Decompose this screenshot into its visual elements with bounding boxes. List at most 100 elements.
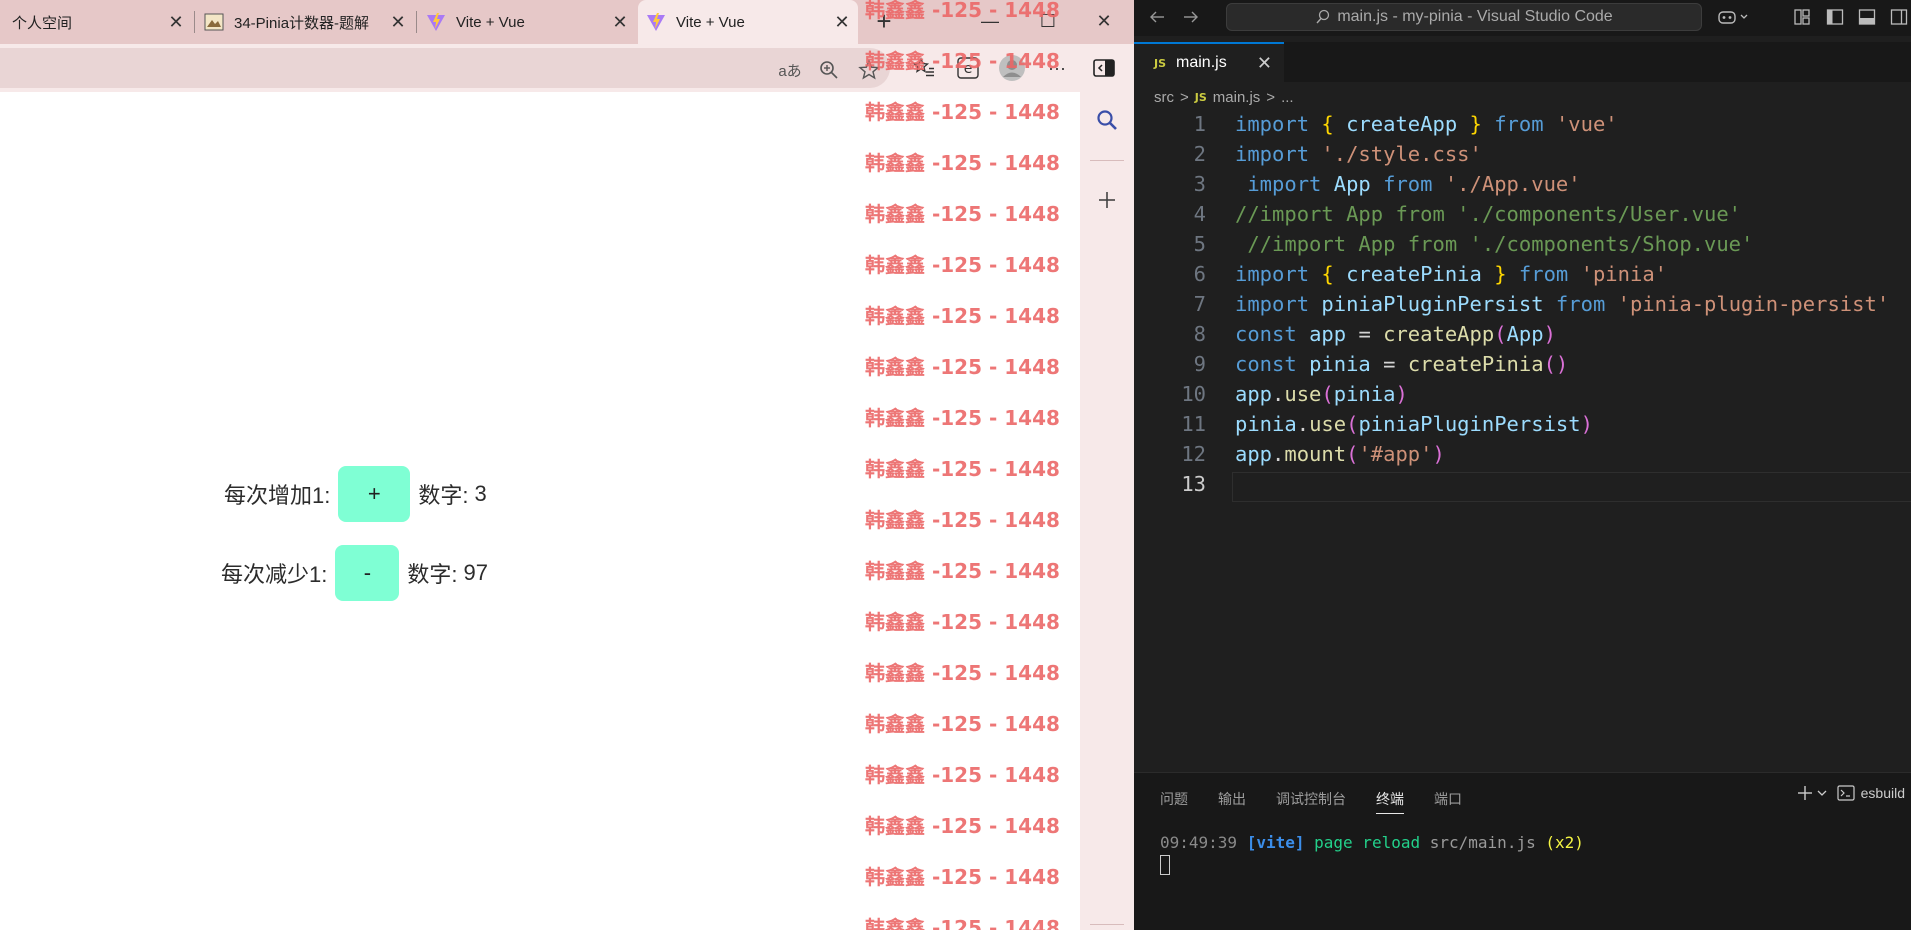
editor-tab-label: main.js bbox=[1176, 54, 1227, 71]
code-line[interactable]: 8 const app = createApp(App) bbox=[1134, 322, 1911, 352]
address-bar[interactable]: aあ bbox=[0, 48, 890, 88]
breadcrumb-file[interactable]: main.js bbox=[1213, 89, 1261, 106]
code-line[interactable]: 11 pinia.use(piniaPluginPersist) bbox=[1134, 412, 1911, 442]
forward-arrow-icon[interactable] bbox=[1180, 6, 1202, 28]
add-icon[interactable] bbox=[1093, 186, 1121, 214]
breadcrumb-symbol[interactable]: ... bbox=[1281, 89, 1294, 106]
tab-title: Vite + Vue bbox=[456, 13, 525, 31]
browser-tab-bar: 个人空间 ✕ 34-Pinia计数器-题解 ✕ Vite + Vue ✕ Vit… bbox=[0, 0, 1134, 44]
decrement-row: 每次减少1: - 数字: 97 bbox=[221, 545, 488, 601]
decrement-button[interactable]: - bbox=[335, 545, 400, 601]
line-number: 11 bbox=[1181, 412, 1206, 436]
read-aloud-icon[interactable]: aあ bbox=[778, 58, 802, 82]
favorites-list-icon[interactable] bbox=[910, 54, 938, 82]
line-number: 5 bbox=[1193, 232, 1206, 256]
line-number: 10 bbox=[1181, 382, 1206, 406]
increment-label: 每次增加1: bbox=[224, 483, 331, 508]
search-icon[interactable] bbox=[1093, 106, 1121, 134]
javascript-file-icon: JS bbox=[1194, 90, 1207, 104]
code-line[interactable]: 10 app.use(pinia) bbox=[1134, 382, 1911, 412]
code-text: //import App from './components/User.vue… bbox=[1235, 202, 1742, 226]
terminal-actions: esbuild bbox=[1797, 785, 1905, 801]
code-line[interactable]: 12 app.mount('#app') bbox=[1134, 442, 1911, 472]
more-options-icon[interactable]: ··· bbox=[1043, 54, 1071, 82]
new-terminal-icon[interactable] bbox=[1797, 785, 1813, 801]
tab-debug-console[interactable]: 调试控制台 bbox=[1276, 789, 1346, 809]
breadcrumb: src > JS main.js > ... bbox=[1154, 86, 1300, 108]
web-page-content: 每次增加1: + 数字: 3 每次减少1: - 数字: 97 bbox=[0, 92, 1080, 930]
code-editor[interactable]: 1 import { createApp } from 'vue' 2 import … bbox=[1134, 110, 1911, 770]
command-center-search[interactable]: main.js - my-pinia - Visual Studio Code bbox=[1226, 3, 1702, 31]
code-text: app.mount('#app') bbox=[1235, 442, 1445, 466]
toggle-secondary-sidebar-icon[interactable] bbox=[1888, 6, 1910, 28]
search-icon bbox=[1315, 9, 1331, 25]
maximize-button[interactable]: ☐ bbox=[1030, 6, 1066, 36]
terminal-vite-tag: [vite] bbox=[1246, 833, 1305, 852]
terminal-message: page reload bbox=[1314, 833, 1421, 852]
tab-problems[interactable]: 问题 bbox=[1160, 789, 1188, 809]
zoom-icon[interactable] bbox=[817, 58, 841, 82]
code-text: app.use(pinia) bbox=[1235, 382, 1408, 406]
browser-tab-vite-vue[interactable]: Vite + Vue ✕ bbox=[418, 0, 636, 44]
editor-tab-main-js[interactable]: JS main.js ✕ bbox=[1134, 42, 1284, 82]
code-line[interactable]: 1 import { createApp } from 'vue' bbox=[1134, 112, 1911, 142]
tab-terminal[interactable]: 终端 bbox=[1376, 789, 1404, 814]
minimize-button[interactable]: — bbox=[972, 6, 1008, 36]
browser-tab-vite-vue-active[interactable]: Vite + Vue ✕ bbox=[638, 0, 858, 44]
line-number: 13 bbox=[1181, 472, 1206, 496]
code-text: import piniaPluginPersist from 'pinia-pl… bbox=[1235, 292, 1890, 316]
code-text: //import App from './components/Shop.vue… bbox=[1235, 232, 1754, 256]
increment-row: 每次增加1: + 数字: 3 bbox=[224, 466, 487, 522]
code-line[interactable]: 4 //import App from './components/User.vu… bbox=[1134, 202, 1911, 232]
close-icon[interactable]: ✕ bbox=[1257, 53, 1272, 74]
line-number: 4 bbox=[1193, 202, 1206, 226]
close-icon[interactable]: ✕ bbox=[388, 12, 408, 32]
new-tab-button[interactable]: + bbox=[870, 6, 898, 36]
code-line[interactable]: 2 import './style.css' bbox=[1134, 142, 1911, 172]
close-icon[interactable]: ✕ bbox=[832, 12, 852, 32]
chevron-right-icon: > bbox=[1180, 88, 1189, 106]
close-window-button[interactable]: ✕ bbox=[1086, 6, 1122, 36]
code-line[interactable]: 6 import { createPinia } from 'pinia' bbox=[1134, 262, 1911, 292]
code-line[interactable]: 9 const pinia = createPinia() bbox=[1134, 352, 1911, 382]
code-line[interactable]: 3 import App from './App.vue' bbox=[1134, 172, 1911, 202]
tab-separator bbox=[416, 11, 417, 33]
code-line[interactable]: 13 bbox=[1134, 472, 1911, 502]
line-number: 2 bbox=[1193, 142, 1206, 166]
line-number: 3 bbox=[1193, 172, 1206, 196]
code-text: import { createApp } from 'vue' bbox=[1235, 112, 1618, 136]
favorite-star-icon[interactable] bbox=[857, 58, 881, 82]
code-line[interactable]: 5 //import App from './components/Shop.v… bbox=[1134, 232, 1911, 262]
back-arrow-icon[interactable] bbox=[1146, 6, 1168, 28]
code-text: import App from './App.vue' bbox=[1247, 172, 1581, 196]
increment-button[interactable]: + bbox=[338, 466, 411, 522]
tab-output[interactable]: 输出 bbox=[1218, 789, 1246, 809]
browser-tab-personal-space[interactable]: 个人空间 ✕ bbox=[0, 0, 192, 44]
code-line[interactable]: 7 import piniaPluginPersist from 'pinia-p… bbox=[1134, 292, 1911, 322]
increment-value-label: 数字: bbox=[418, 483, 469, 508]
ie-mode-icon[interactable]: e bbox=[954, 54, 982, 82]
customize-layout-icon[interactable] bbox=[1791, 6, 1813, 28]
chevron-down-icon[interactable] bbox=[1817, 788, 1827, 798]
breadcrumb-folder[interactable]: src bbox=[1154, 89, 1174, 106]
chevron-right-icon: > bbox=[1266, 88, 1276, 106]
decrement-value: 97 bbox=[463, 560, 488, 585]
profile-avatar-icon[interactable] bbox=[998, 54, 1026, 82]
browser-tab-pinia-solution[interactable]: 34-Pinia计数器-题解 ✕ bbox=[196, 0, 414, 44]
code-text: import { createPinia } from 'pinia' bbox=[1235, 262, 1668, 286]
sidebar-toggle-icon[interactable] bbox=[1090, 54, 1118, 82]
copilot-icon[interactable] bbox=[1716, 6, 1752, 28]
line-number: 6 bbox=[1193, 262, 1206, 286]
close-icon[interactable]: ✕ bbox=[610, 12, 630, 32]
javascript-file-icon: JS bbox=[1154, 56, 1167, 70]
toggle-primary-sidebar-icon[interactable] bbox=[1824, 6, 1846, 28]
code-text: import './style.css' bbox=[1235, 142, 1482, 166]
tab-ports[interactable]: 端口 bbox=[1434, 789, 1462, 809]
toggle-panel-icon[interactable] bbox=[1856, 6, 1878, 28]
terminal-timestamp: 09:49:39 bbox=[1160, 833, 1238, 852]
close-icon[interactable]: ✕ bbox=[166, 12, 186, 32]
terminal-name[interactable]: esbuild bbox=[1861, 785, 1905, 801]
vscode-window: main.js - my-pinia - Visual Studio Code … bbox=[1134, 0, 1911, 930]
bottom-panel: 问题 输出 调试控制台 终端 端口 esbuild 09:49:39 [vite… bbox=[1134, 772, 1911, 930]
vscode-title-bar: main.js - my-pinia - Visual Studio Code bbox=[1134, 0, 1911, 36]
